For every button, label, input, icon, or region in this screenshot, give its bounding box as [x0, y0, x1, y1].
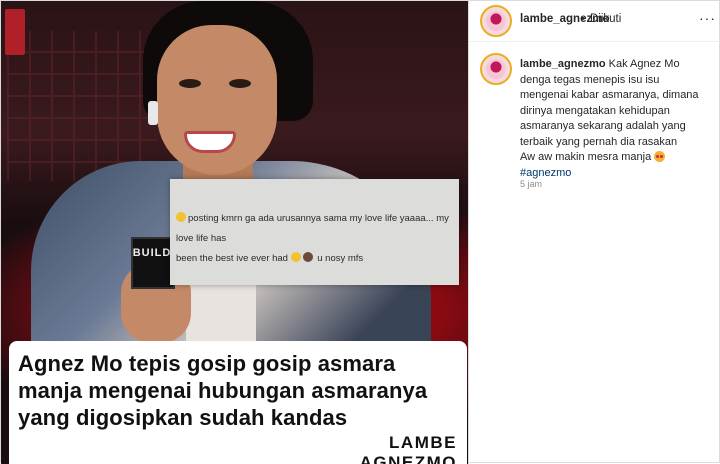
post-image[interactable]: BUILD posting kmrn ga ada urusannya sama…	[1, 1, 468, 464]
note-line-2: been the best ive ever had	[176, 253, 288, 264]
earring	[148, 101, 158, 125]
caption-username[interactable]: lambe_agnezmo	[520, 58, 606, 70]
more-horizontal-icon[interactable]: ···	[699, 10, 716, 26]
hashtag-link[interactable]: #agnezmo	[520, 166, 710, 182]
laughing-emoji-icon	[290, 252, 301, 262]
post-timestamp[interactable]: 5 jam	[520, 179, 542, 189]
right-eye	[229, 79, 251, 88]
quote-note-text: posting kmrn ga ada urusannya sama my lo…	[176, 209, 456, 269]
header-separator: •	[581, 13, 585, 25]
caption-line-6: terbaik yang pernah dia rasakan	[520, 135, 678, 148]
instagram-post: BUILD posting kmrn ga ada urusannya sama…	[0, 0, 720, 464]
panel-divider	[468, 1, 469, 464]
brand-watermark: LAMBE AGNEZMO	[359, 433, 457, 464]
post-headline: Agnez Mo tepis gosip gosip asmara manja …	[18, 351, 428, 430]
header-avatar[interactable]	[480, 5, 512, 37]
caption-line-2: denga tegas menepis isu isu	[520, 73, 660, 86]
note-line-1: posting kmrn ga ada urusannya sama my lo…	[176, 213, 449, 244]
caption-line-4: dirinya mengatakan kehidupan	[520, 104, 670, 117]
smirk-emoji-icon	[176, 212, 186, 222]
microphone	[131, 237, 175, 289]
caption-line-7: Aw aw makin mesra manja	[520, 151, 652, 163]
heart-eyes-emoji-icon	[654, 151, 666, 162]
mic-label: BUILD	[132, 247, 172, 259]
caption-line-5: asmaranya sekarang adalah yang	[520, 120, 686, 132]
caption-line-1: Kak Agnez Mo	[608, 58, 680, 70]
facepalm-emoji-icon	[302, 252, 313, 262]
left-eye	[179, 79, 201, 88]
follow-status-button[interactable]: Diikuti	[590, 13, 621, 25]
caption: lambe_agnezmo Kak Agnez Mo denga tegas m…	[520, 57, 710, 181]
caption-line-3: mengenai kabar asmaranya, dimana	[520, 89, 699, 101]
note-tail: u nosy mfs	[317, 253, 364, 264]
caption-avatar[interactable]	[480, 53, 512, 85]
background-logo	[5, 9, 25, 55]
background-grid	[7, 31, 157, 181]
